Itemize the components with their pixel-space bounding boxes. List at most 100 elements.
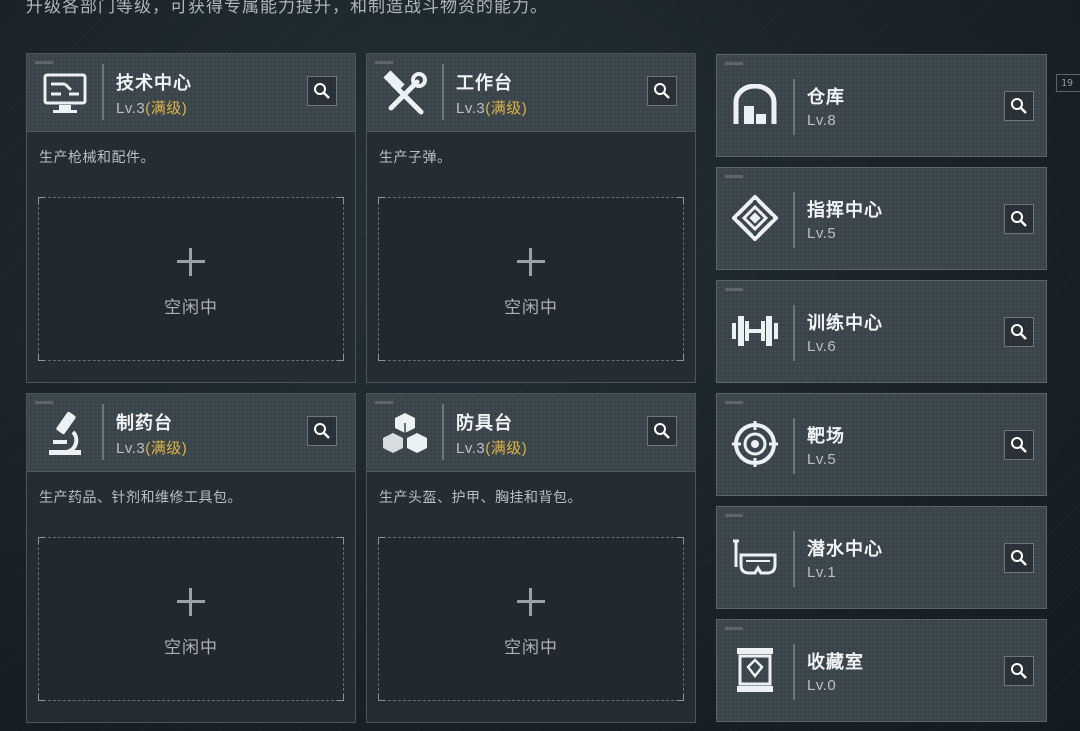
max-level-tag: (满级) (145, 100, 188, 117)
header-divider (442, 64, 444, 120)
header-tag (725, 401, 743, 404)
card-header: 防具台 Lv.3(满级) (367, 394, 695, 472)
card-divider (793, 418, 795, 474)
search-icon (1011, 550, 1027, 566)
facility-level: Lv.3(满级) (116, 440, 188, 457)
header-tag (375, 61, 393, 64)
facility-card-workbench[interactable]: 工作台 Lv.3(满级) 生产子弹。 空闲中 (366, 53, 696, 383)
hammer-wrench-icon (379, 68, 431, 120)
facility-level: Lv.5 (807, 225, 837, 242)
microscope-icon (39, 408, 91, 460)
plus-icon (177, 588, 205, 616)
facility-description: 生产头盔、护甲、胸挂和背包。 (379, 489, 582, 505)
facility-level: Lv.5 (807, 451, 837, 468)
display-case-icon (729, 644, 781, 696)
inspect-button[interactable] (307, 416, 337, 446)
computer-icon (39, 68, 91, 120)
facility-card-collection-room[interactable]: 收藏室 Lv.0 (716, 619, 1047, 722)
card-divider (793, 79, 795, 135)
header-tag (725, 62, 743, 65)
diving-mask-icon (729, 531, 781, 583)
inspect-button[interactable] (1004, 204, 1034, 234)
facility-card-warehouse[interactable]: 仓库 Lv.8 (716, 54, 1047, 157)
header-tag (725, 175, 743, 178)
production-slot[interactable]: 空闲中 (38, 537, 344, 701)
search-icon (1011, 98, 1027, 114)
card-divider (793, 305, 795, 361)
cubes-icon (379, 408, 431, 460)
facility-level: Lv.1 (807, 564, 837, 581)
header-tag (725, 288, 743, 291)
slot-status: 空闲中 (504, 638, 558, 657)
facility-card-armor-bench[interactable]: 防具台 Lv.3(满级) 生产头盔、护甲、胸挂和背包。 空闲中 (366, 393, 696, 723)
inspect-button[interactable] (1004, 656, 1034, 686)
facility-name: 制药台 (116, 413, 173, 433)
card-divider (793, 531, 795, 587)
max-level-tag: (满级) (145, 440, 188, 457)
page-description: 升级各部门等级，可获得专属能力提升，和制造战斗物资的能力。 (26, 0, 548, 16)
facility-level: Lv.3(满级) (456, 100, 528, 117)
facility-card-shooting-range[interactable]: 靶场 Lv.5 (716, 393, 1047, 496)
inspect-button[interactable] (647, 76, 677, 106)
facility-name: 收藏室 (807, 652, 864, 672)
slot-status: 空闲中 (504, 298, 558, 317)
facility-level: Lv.0 (807, 677, 837, 694)
facility-description: 生产子弹。 (379, 149, 452, 165)
facility-card-diving-center[interactable]: 潜水中心 Lv.1 (716, 506, 1047, 609)
facility-level: Lv.3(满级) (116, 100, 188, 117)
facility-description: 生产枪械和配件。 (39, 149, 155, 165)
plus-icon (517, 248, 545, 276)
production-slot[interactable]: 空闲中 (38, 197, 344, 361)
inspect-button[interactable] (647, 416, 677, 446)
inspect-button[interactable] (1004, 317, 1034, 347)
header-divider (102, 64, 104, 120)
card-header: 制药台 Lv.3(满级) (27, 394, 355, 472)
inspect-button[interactable] (1004, 91, 1034, 121)
facility-level: Lv.6 (807, 338, 837, 355)
header-tag (375, 401, 393, 404)
facility-level: Lv.3(满级) (456, 440, 528, 457)
inspect-button[interactable] (1004, 543, 1034, 573)
production-slot[interactable]: 空闲中 (378, 537, 684, 701)
search-icon (314, 423, 330, 439)
facility-card-training-center[interactable]: 训练中心 Lv.6 (716, 280, 1047, 383)
search-icon (654, 83, 670, 99)
card-header: 技术中心 Lv.3(满级) (27, 54, 355, 132)
facility-name: 工作台 (456, 73, 513, 93)
header-tag (725, 627, 743, 630)
inspect-button[interactable] (307, 76, 337, 106)
header-divider (442, 404, 444, 460)
production-slot[interactable]: 空闲中 (378, 197, 684, 361)
search-icon (1011, 663, 1027, 679)
facility-name: 训练中心 (807, 313, 883, 333)
facility-card-pharmacy[interactable]: 制药台 Lv.3(满级) 生产药品、针剂和维修工具包。 空闲中 (26, 393, 356, 723)
facility-name: 防具台 (456, 413, 513, 433)
card-divider (793, 192, 795, 248)
facility-description: 生产药品、针剂和维修工具包。 (39, 489, 242, 505)
plus-icon (517, 588, 545, 616)
facility-level: Lv.8 (807, 112, 837, 129)
facility-name: 指挥中心 (807, 200, 883, 220)
slot-status: 空闲中 (164, 298, 218, 317)
max-level-tag: (满级) (485, 100, 528, 117)
search-icon (1011, 437, 1027, 453)
facility-name: 潜水中心 (807, 539, 883, 559)
header-divider (102, 404, 104, 460)
card-divider (793, 644, 795, 700)
search-icon (1011, 324, 1027, 340)
max-level-tag: (满级) (485, 440, 528, 457)
search-icon (314, 83, 330, 99)
facility-card-command-center[interactable]: 指挥中心 Lv.5 (716, 167, 1047, 270)
search-icon (1011, 211, 1027, 227)
facility-name: 仓库 (807, 87, 845, 107)
card-header: 工作台 Lv.3(满级) (367, 54, 695, 132)
inspect-button[interactable] (1004, 430, 1034, 460)
facility-card-tech-center[interactable]: 技术中心 Lv.3(满级) 生产枪械和配件。 空闲中 (26, 53, 356, 383)
header-tag (725, 514, 743, 517)
slot-status: 空闲中 (164, 638, 218, 657)
header-tag (35, 401, 53, 404)
plus-icon (177, 248, 205, 276)
side-indicator: 19 (1056, 74, 1080, 92)
facility-name: 靶场 (807, 426, 845, 446)
target-icon (729, 418, 781, 470)
